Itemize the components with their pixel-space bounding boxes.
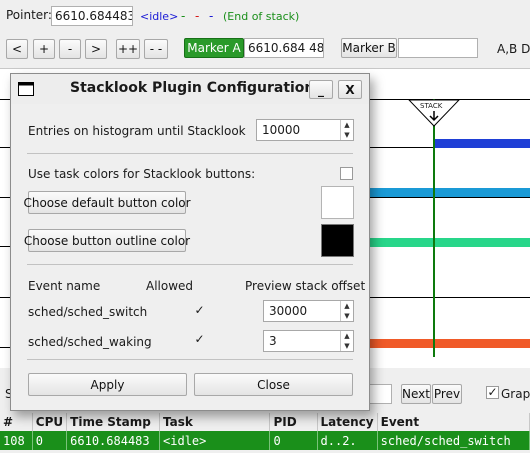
pointer-task: <idle>	[140, 10, 179, 23]
marker-a-button[interactable]: Marker A	[184, 38, 244, 58]
column-header-index[interactable]: #	[0, 413, 33, 431]
event-allowed-checkbox[interactable]: ✓	[193, 333, 206, 346]
histogram-entries-label: Entries on histogram until Stacklook but…	[28, 124, 250, 138]
zoom-in-button[interactable]: +	[33, 39, 55, 59]
event-name: sched/sched_switch	[28, 305, 148, 319]
zoom-max-button[interactable]: ++	[116, 39, 140, 59]
default-color-swatch	[321, 186, 354, 219]
cell-timestamp: 6610.684483	[66, 431, 161, 450]
cell-latency: d..2.	[317, 431, 378, 450]
cpu-activity-bar	[360, 339, 530, 348]
outline-color-swatch	[321, 224, 354, 257]
event-table[interactable]: # CPU Time Stamp Task PID Latency Event …	[0, 413, 530, 453]
cell-pid: 0	[269, 431, 318, 450]
cell-event: sched/sched_switch	[377, 431, 530, 450]
column-header-task[interactable]: Task	[159, 413, 271, 431]
stacklook-config-dialog: Stacklook Plugin Configuration _ X Entri…	[10, 73, 370, 411]
window-icon	[18, 82, 34, 96]
column-header-event[interactable]: Event	[377, 413, 530, 431]
task-colors-label: Use task colors for Stacklook buttons:	[28, 167, 256, 181]
column-header-latency[interactable]: Latency	[317, 413, 378, 431]
pointer-label: Pointer:	[6, 8, 52, 22]
histogram-entries-value: 10000	[262, 123, 301, 137]
cell-task: <idle>	[159, 431, 271, 450]
cpu-activity-bar	[434, 139, 530, 148]
column-header-timestamp[interactable]: Time Stamp	[66, 413, 161, 431]
marker-cursor-line	[433, 99, 435, 357]
marker-a-value: 6610.684 483	[244, 38, 324, 58]
event-offset-spinbox[interactable]: 3 ▲ ▼	[263, 330, 354, 352]
event-name: sched/sched_waking	[28, 335, 152, 349]
spinner-arrows-icon[interactable]: ▲ ▼	[340, 120, 353, 140]
column-header-pid[interactable]: PID	[269, 413, 318, 431]
divider	[27, 359, 353, 360]
close-button[interactable]: Close	[194, 373, 353, 396]
zoom-min-button[interactable]: - -	[144, 39, 168, 59]
marker-b-button[interactable]: Marker B	[341, 38, 397, 58]
task-colors-checkbox[interactable]	[340, 167, 353, 180]
divider	[27, 264, 353, 265]
spinner-arrows-icon[interactable]: ▲ ▼	[340, 331, 353, 351]
choose-default-color-button[interactable]: Choose default button color	[23, 191, 191, 214]
stack-label: STACK	[420, 102, 443, 110]
cell-index: 108	[0, 431, 33, 450]
graph-follow-checkbox[interactable]: ✓	[486, 386, 499, 399]
event-offset-spinbox[interactable]: 30000 ▲ ▼	[263, 300, 354, 322]
close-window-button[interactable]: X	[338, 80, 362, 99]
delta-label: A,B De	[497, 42, 530, 56]
dialog-title: Stacklook Plugin Configuration	[70, 80, 315, 96]
scroll-right-button[interactable]: >	[85, 39, 107, 59]
table-row[interactable]: 108 0 6610.684483 <idle> 0 d..2. sched/s…	[0, 431, 530, 450]
minimize-button[interactable]: _	[309, 80, 333, 99]
event-name-column-label: Event name	[28, 279, 101, 293]
zoom-out-button[interactable]: -	[59, 39, 81, 59]
prev-button[interactable]: Prev	[432, 384, 462, 404]
dialog-titlebar[interactable]: Stacklook Plugin Configuration _ X	[11, 74, 369, 104]
pointer-status: (End of stack)	[223, 10, 300, 23]
histogram-entries-spinbox[interactable]: 10000 ▲ ▼	[256, 119, 354, 141]
choose-outline-color-button[interactable]: Choose button outline color	[24, 229, 190, 252]
next-button[interactable]: Next	[401, 384, 431, 404]
allowed-column-label: Allowed	[146, 279, 194, 293]
event-offset-value: 30000	[269, 304, 308, 318]
event-offset-value: 3	[269, 334, 277, 348]
marker-b-value	[398, 38, 478, 58]
scroll-left-button[interactable]: <	[6, 39, 28, 59]
column-header-cpu[interactable]: CPU	[32, 413, 68, 431]
pointer-dash-1: -	[181, 9, 186, 23]
cell-cpu: 0	[32, 431, 68, 450]
graph-follow-label: Graph	[501, 387, 530, 401]
pointer-dash-2: -	[195, 9, 200, 23]
offset-column-label: Preview stack offset	[245, 279, 366, 293]
pointer-dash-3: -	[209, 9, 214, 23]
apply-button[interactable]: Apply	[28, 373, 187, 396]
cpu-activity-bar	[360, 238, 530, 247]
event-allowed-checkbox[interactable]: ✓	[193, 304, 206, 317]
cpu-activity-bar	[360, 188, 530, 197]
pointer-value-field[interactable]: 6610.684483	[51, 6, 133, 26]
divider	[27, 153, 353, 154]
spinner-arrows-icon[interactable]: ▲ ▼	[340, 301, 353, 321]
